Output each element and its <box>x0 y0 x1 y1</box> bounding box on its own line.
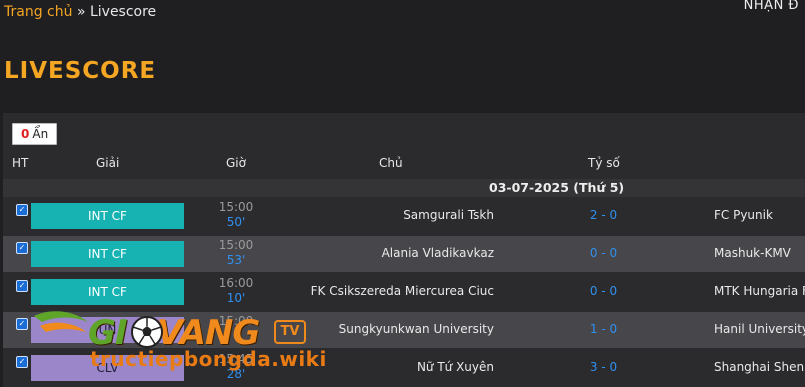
soccer-ball-icon <box>131 316 163 348</box>
away-team[interactable]: Shanghai Shenh <box>714 360 805 374</box>
site-url: tructiepbongda.wiki <box>90 347 327 371</box>
breadcrumb-home-link[interactable]: Trang chủ <box>4 4 72 20</box>
match-time: 15:00 50' <box>218 200 254 229</box>
page-title: LIVESCORE <box>4 58 157 84</box>
row-checkbox[interactable]: ✓ <box>16 280 28 292</box>
table-row[interactable]: ✓ INT CF 15:00 53' Alania Vladikavkaz 0 -… <box>3 236 805 272</box>
hidden-count: 0 <box>21 127 30 141</box>
home-team[interactable]: Nữ Tứ Xuyên <box>417 360 494 374</box>
row-checkbox[interactable]: ✓ <box>16 318 28 330</box>
header-league: Giải <box>96 156 120 170</box>
league-badge[interactable]: INT CF <box>31 241 184 267</box>
row-checkbox[interactable]: ✓ <box>16 356 28 368</box>
header-ht: HT <box>12 156 29 170</box>
score[interactable]: 3 - 0 <box>576 360 631 374</box>
home-team[interactable]: FK Csikszereda Miercurea Ciuc <box>311 284 494 298</box>
swoosh-icon <box>34 311 88 332</box>
league-badge[interactable]: INT CF <box>31 203 184 229</box>
tv-badge: TV <box>274 320 306 344</box>
match-time: 15:00 53' <box>218 238 254 267</box>
away-team[interactable]: Mashuk-KMV <box>714 246 791 260</box>
row-checkbox[interactable]: ✓ <box>16 242 28 254</box>
score[interactable]: 2 - 0 <box>576 208 631 222</box>
breadcrumb-separator: » <box>76 4 86 20</box>
table-row[interactable]: ✓ INT CF 15:00 50' Samgurali Tskh 2 - 0 F… <box>3 198 805 234</box>
home-team[interactable]: Alania Vladikavkaz <box>382 246 494 260</box>
hide-label: Ẩn <box>32 127 49 141</box>
away-team[interactable]: MTK Hungaria F <box>714 284 805 298</box>
score[interactable]: 1 - 0 <box>576 322 631 336</box>
score[interactable]: 0 - 0 <box>576 284 631 298</box>
date-label: 03-07-2025 (Thứ 5) <box>489 180 625 195</box>
breadcrumb-current: Livescore <box>89 4 157 20</box>
breadcrumb: Trang chủ » Livescore <box>4 4 156 20</box>
watermark-logo: GI VANG TV tructiepbongda.wiki <box>28 300 326 380</box>
row-checkbox[interactable]: ✓ <box>16 204 28 216</box>
score[interactable]: 0 - 0 <box>576 246 631 260</box>
hide-matches-button[interactable]: 0 Ẩn <box>12 123 58 145</box>
header-home: Chủ <box>379 156 403 170</box>
top-right-link[interactable]: NHẬN Đ <box>744 0 799 13</box>
away-team[interactable]: Hanil University <box>714 322 805 336</box>
home-team[interactable]: Samgurali Tskh <box>403 208 494 222</box>
away-team[interactable]: FC Pyunik <box>714 208 773 222</box>
home-team[interactable]: Sungkyunkwan University <box>339 322 494 336</box>
header-score: Tỷ số <box>588 156 620 170</box>
date-row: 03-07-2025 (Thứ 5) <box>3 179 805 197</box>
header-time: Giờ <box>226 156 246 170</box>
table-header: HT Giải Giờ Chủ Tỷ số <box>3 153 805 175</box>
